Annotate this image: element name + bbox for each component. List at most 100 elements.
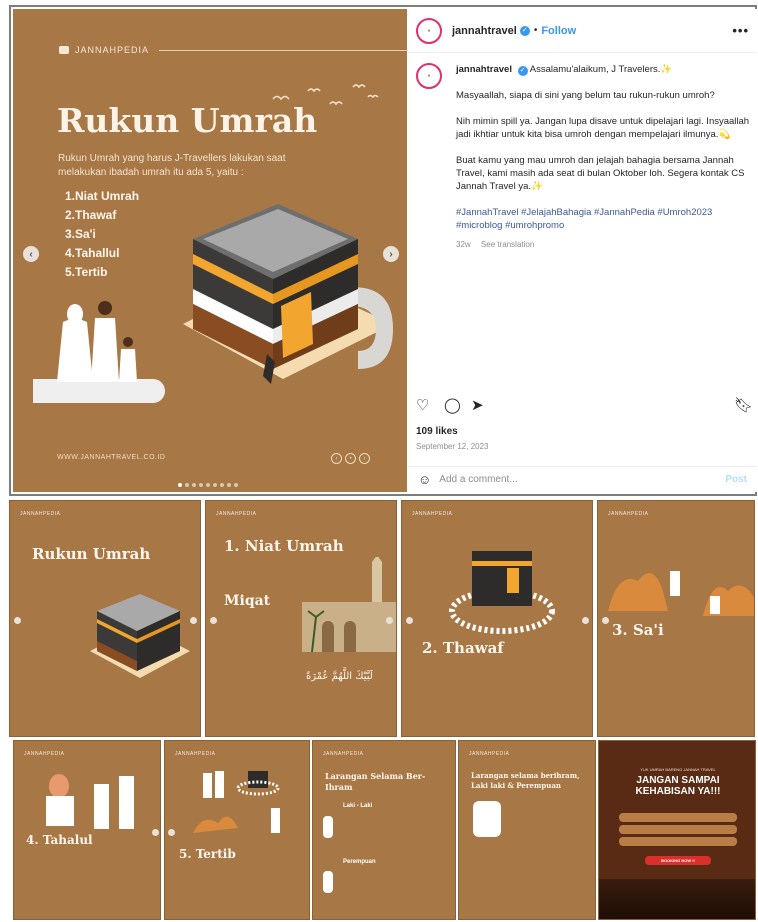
carousel-dot[interactable] xyxy=(213,483,217,487)
post-image-carousel[interactable]: JANNAHPEDIA Rukun Umrah Rukun Umrah yang… xyxy=(13,9,407,492)
pilgrim-family-illustration xyxy=(33,301,165,403)
slide-section-label: Laki - Laki xyxy=(343,803,373,809)
caption-username[interactable]: jannahtravel xyxy=(456,64,512,75)
verified-icon: ✓ xyxy=(519,25,530,36)
slide-prev-arrow[interactable] xyxy=(14,617,21,624)
kaaba-illustration xyxy=(183,204,393,384)
slide-next-arrow[interactable] xyxy=(190,617,197,624)
caption-hashtags[interactable]: #JannahTravel #JelajahBahagia #JannahPed… xyxy=(456,206,754,232)
caption-greeting: Assalamu'alaikum, J Travelers.✨ xyxy=(529,64,673,75)
slide-prev-arrow[interactable] xyxy=(210,617,217,624)
heart-icon[interactable]: ♡ xyxy=(416,396,429,414)
slide-prev-arrow[interactable] xyxy=(168,829,175,836)
post-header: ● jannahtravel ✓ • Follow ••• xyxy=(408,9,757,53)
comment-bar: ☺ Add a comment... Post xyxy=(408,466,757,492)
slide-next-arrow[interactable] xyxy=(386,617,393,624)
slide-thumbnail[interactable]: JANNAHPEDIA 4. Tahalul xyxy=(13,740,161,920)
carousel-dot[interactable] xyxy=(227,483,231,487)
promo-headline: JANGAN SAMPAI KEHABISAN YA!!! xyxy=(635,775,721,797)
list-item: 3.Sa'i xyxy=(65,227,96,241)
brand-name: JANNAHPEDIA xyxy=(75,45,150,55)
comment-icon[interactable]: ◯ xyxy=(444,396,461,414)
slide-thumbnail[interactable]: JANNAHPEDIA 2. Thawaf xyxy=(401,500,593,737)
carousel-dot[interactable] xyxy=(185,483,189,487)
pilgrim-woman-icon xyxy=(323,871,333,893)
slide-thumbnail[interactable]: JANNAHPEDIA Larangan selama berihram, La… xyxy=(458,740,596,920)
follow-button[interactable]: Follow xyxy=(541,25,576,37)
username[interactable]: jannahtravel xyxy=(452,25,517,37)
slide-brand: JANNAHPEDIA xyxy=(24,751,65,757)
brand-logo-icon xyxy=(59,46,69,54)
carousel-dots xyxy=(178,483,238,487)
circle-prev-icon: ‹ xyxy=(331,453,342,464)
slide-brand: JANNAHPEDIA xyxy=(20,511,61,517)
slide-nav-circles: ‹ • › xyxy=(331,453,370,464)
makkah-skyline xyxy=(599,879,755,919)
list-item: 4.Tahallul xyxy=(65,246,120,260)
mosque-illustration xyxy=(302,557,396,653)
slide-thumbnail[interactable]: JANNAHPEDIA 5. Tertib xyxy=(164,740,310,920)
comment-input[interactable]: Add a comment... xyxy=(439,474,517,485)
schedule-row xyxy=(619,825,737,834)
slide-thumb-title: 4. Tahalul xyxy=(26,833,93,847)
slide-prev-arrow[interactable] xyxy=(406,617,413,624)
slide-prev-arrow[interactable] xyxy=(602,617,609,624)
schedule-row xyxy=(619,813,737,822)
list-item: 2.Thawaf xyxy=(65,208,117,222)
avatar[interactable]: ● xyxy=(416,63,442,89)
slide-thumb-title: 1. Niat Umrah xyxy=(224,537,344,555)
circle-next-icon: › xyxy=(359,453,370,464)
slide-next-arrow[interactable] xyxy=(582,617,589,624)
promo-top-text: YUK UMRAH BARENG JANNAH TRAVEL xyxy=(640,767,716,772)
slide-brand: JANNAHPEDIA xyxy=(608,511,649,517)
arabic-talbiyah: لَبَّيْكَ اللَّهُمَّ عُمْرَةً xyxy=(306,671,373,682)
slide-thumbnail[interactable]: JANNAHPEDIA 1. Niat Umrah Miqat لَبَّيْك… xyxy=(205,500,397,737)
slide-subtitle: Rukun Umrah yang harus J-Travellers laku… xyxy=(58,153,286,178)
likes-count[interactable]: 109 likes xyxy=(416,426,458,437)
carousel-dot[interactable] xyxy=(192,483,196,487)
caption: ● jannahtravel ✓ Assalamu'alaikum, J Tra… xyxy=(416,63,754,251)
slide-brand: JANNAHPEDIA xyxy=(469,751,510,757)
list-item: 1.Niat Umrah xyxy=(65,189,140,203)
slide-thumb-title: 2. Thawaf xyxy=(422,639,504,657)
carousel-dot[interactable] xyxy=(220,483,224,487)
verified-icon: ✓ xyxy=(517,66,528,76)
carousel-next-button[interactable]: › xyxy=(383,246,399,262)
carousel-dot[interactable] xyxy=(178,483,182,487)
emoji-icon[interactable]: ☺ xyxy=(418,472,431,487)
post-side-panel: ● jannahtravel ✓ • Follow ••• ● jannahtr… xyxy=(408,9,757,492)
more-options-icon[interactable]: ••• xyxy=(732,23,749,38)
tahalul-illustration xyxy=(46,774,134,829)
share-icon[interactable]: ➤ xyxy=(471,396,484,414)
slide-title: Rukun Umrah xyxy=(57,101,318,140)
brand-header: JANNAHPEDIA xyxy=(59,45,407,55)
booking-button[interactable]: BOOKING NOW !! xyxy=(645,856,711,865)
avatar[interactable]: ● xyxy=(416,17,442,44)
post-comment-button[interactable]: Post xyxy=(725,474,747,485)
kaaba-crowd-illustration xyxy=(449,551,555,634)
caption-first-line: jannahtravel ✓ Assalamu'alaikum, J Trave… xyxy=(456,63,754,76)
carousel-dot[interactable] xyxy=(234,483,238,487)
slide-thumb-title: 5. Tertib xyxy=(179,847,236,861)
caption-paragraph: Masyaallah, siapa di sini yang belum tau… xyxy=(456,90,715,101)
slide-next-arrow[interactable] xyxy=(152,829,159,836)
rukun-list: 1.Niat Umrah 2.Thawaf 3.Sa'i 4.Tahallul … xyxy=(65,187,139,282)
slide-thumbnail[interactable]: JANNAHPEDIA Rukun Umrah xyxy=(9,500,201,737)
bookmark-icon[interactable]: 🔖︎ xyxy=(734,396,753,414)
list-item: 5.Tertib xyxy=(65,265,108,279)
slide-thumbnail[interactable]: JANNAHPEDIA Larangan Selama Ber-Ihram La… xyxy=(312,740,456,920)
slide-section-label: Perempuan xyxy=(343,859,376,865)
see-translation-link[interactable]: See translation xyxy=(481,240,534,249)
caption-paragraph: Nih mimin spill ya. Jangan lupa disave u… xyxy=(456,116,750,140)
slide-thumb-title: Larangan Selama Ber-Ihram xyxy=(325,771,426,792)
carousel-dot[interactable] xyxy=(199,483,203,487)
slide-thumb-subtitle: Miqat xyxy=(224,593,271,609)
slide-thumbnail[interactable]: JANNAHPEDIA 3. Sa'i xyxy=(597,500,755,737)
carousel-prev-button[interactable]: ‹ xyxy=(23,246,39,262)
promo-slide[interactable]: YUK UMRAH BARENG JANNAH TRAVEL JANGAN SA… xyxy=(598,740,756,920)
slide-brand: JANNAHPEDIA xyxy=(323,751,364,757)
circle-pause-icon: • xyxy=(345,453,356,464)
screenshot-collage: JANNAHPEDIA Rukun Umrah Rukun Umrah yang… xyxy=(0,0,758,922)
carousel-dot[interactable] xyxy=(206,483,210,487)
pilgrim-man-icon xyxy=(323,816,333,838)
